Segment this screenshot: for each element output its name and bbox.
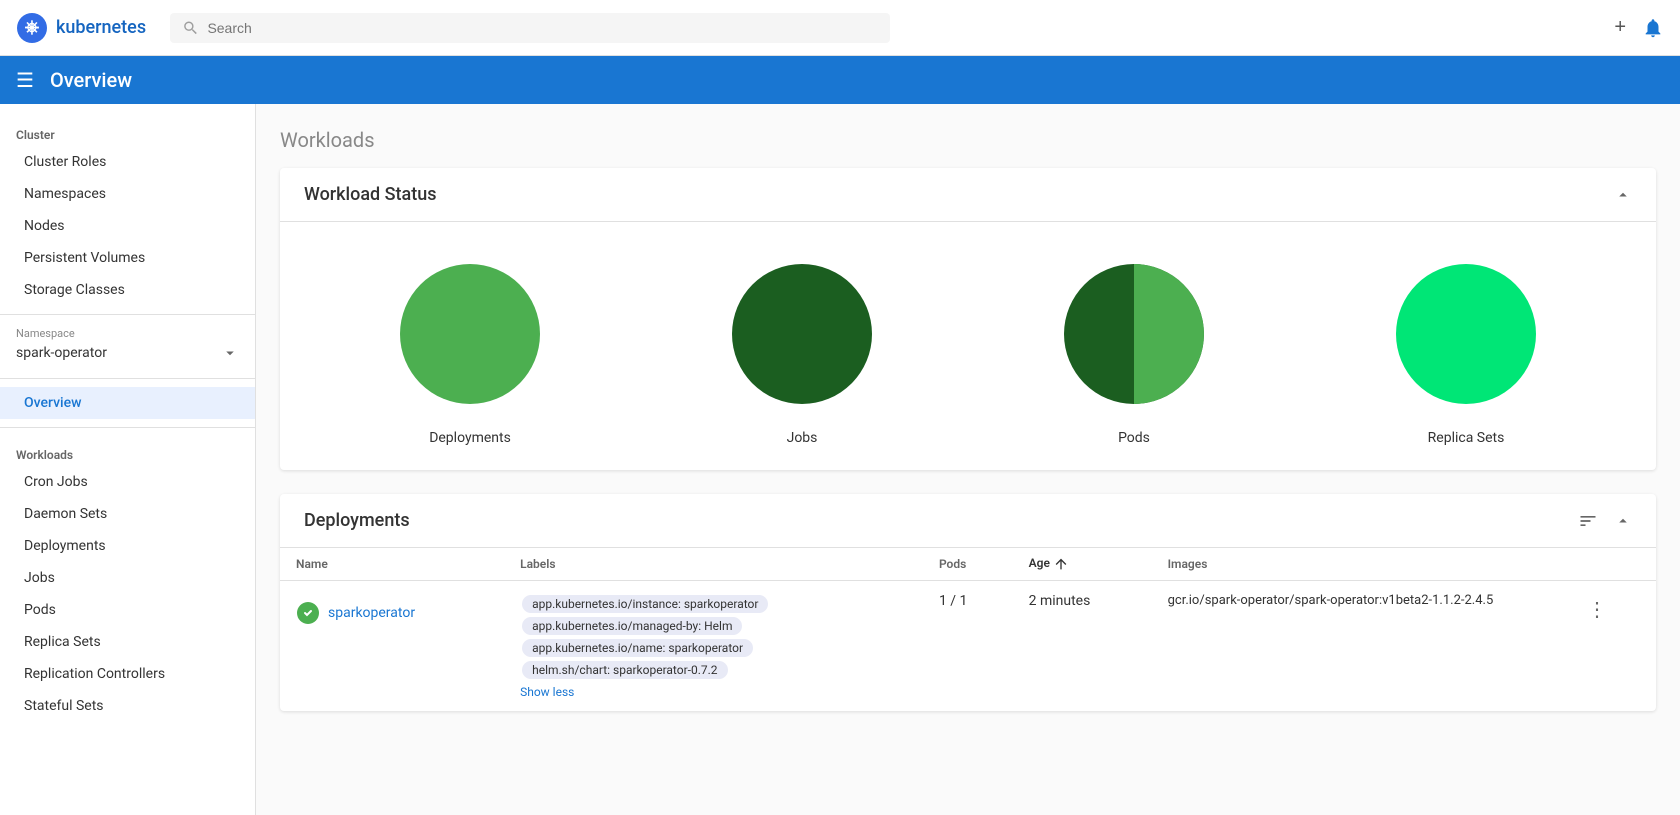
sidebar-item-deployments[interactable]: Deployments xyxy=(0,530,255,562)
chart-label-pods: Pods xyxy=(1118,430,1150,446)
row-more: ⋮ xyxy=(1567,581,1656,712)
section-title: Workloads xyxy=(280,128,1656,152)
deployment-link[interactable]: sparkoperator xyxy=(328,605,415,621)
workloads-section-label: Workloads xyxy=(0,436,255,466)
notifications-button[interactable] xyxy=(1642,17,1664,39)
sidebar-divider-3 xyxy=(0,427,255,428)
row-status-name: sparkoperator xyxy=(280,581,504,637)
search-icon xyxy=(182,19,199,37)
workload-status-collapse[interactable] xyxy=(1614,186,1632,204)
col-pods: Pods xyxy=(923,548,1013,581)
replica-sets-pie xyxy=(1386,254,1546,414)
sidebar-item-daemon-sets[interactable]: Daemon Sets xyxy=(0,498,255,530)
cluster-section-label: Cluster xyxy=(0,116,255,146)
table-body: sparkoperator app.kubernetes.io/instance… xyxy=(280,581,1656,712)
page-header: ☰ Overview xyxy=(0,56,1680,104)
sidebar-divider-2 xyxy=(0,378,255,379)
sort-asc-icon xyxy=(1053,556,1069,572)
row-image: gcr.io/spark-operator/spark-operator:v1b… xyxy=(1152,581,1567,712)
collapse-deployments-icon xyxy=(1614,512,1632,530)
chart-deployments: Deployments xyxy=(390,254,550,446)
topbar-actions: + xyxy=(1614,16,1664,39)
sidebar-item-storage-classes[interactable]: Storage Classes xyxy=(0,274,255,306)
kubernetes-logo-icon: ⎈ xyxy=(16,12,48,44)
row-age: 2 minutes xyxy=(1013,581,1152,712)
sidebar-item-persistent-volumes[interactable]: Persistent Volumes xyxy=(0,242,255,274)
chart-jobs: Jobs xyxy=(722,254,882,446)
charts-row: Deployments Jobs Pods xyxy=(280,222,1656,470)
more-actions-button[interactable]: ⋮ xyxy=(1583,593,1611,626)
sidebar-item-jobs[interactable]: Jobs xyxy=(0,562,255,594)
label-chip-1: app.kubernetes.io/managed-by: Helm xyxy=(522,617,742,635)
search-input[interactable] xyxy=(207,20,878,36)
main-content: Workloads Workload Status Deployments xyxy=(256,104,1680,815)
sidebar-item-cron-jobs[interactable]: Cron Jobs xyxy=(0,466,255,498)
chart-replica-sets: Replica Sets xyxy=(1386,254,1546,446)
sidebar-item-overview[interactable]: Overview xyxy=(0,387,255,419)
namespace-select[interactable]: spark-operator xyxy=(0,340,255,370)
col-name: Name xyxy=(280,548,504,581)
svg-text:⎈: ⎈ xyxy=(25,17,40,38)
deployments-card: Deployments xyxy=(280,494,1656,711)
col-age[interactable]: Age xyxy=(1013,548,1152,581)
main-layout: Cluster Cluster Roles Namespaces Nodes P… xyxy=(0,104,1680,815)
sidebar-divider xyxy=(0,314,255,315)
workload-status-header: Workload Status xyxy=(280,168,1656,222)
namespace-label: Namespace xyxy=(0,323,255,340)
sidebar-item-replication-controllers[interactable]: Replication Controllers xyxy=(0,658,255,690)
workload-status-title: Workload Status xyxy=(304,184,437,205)
label-chip-0: app.kubernetes.io/instance: sparkoperato… xyxy=(522,595,768,613)
sidebar-item-replica-sets[interactable]: Replica Sets xyxy=(0,626,255,658)
table-row: sparkoperator app.kubernetes.io/instance… xyxy=(280,581,1656,712)
row-pods: 1 / 1 xyxy=(923,581,1013,712)
row-labels: app.kubernetes.io/instance: sparkoperato… xyxy=(504,581,923,712)
jobs-pie xyxy=(722,254,882,414)
table-header-row: Name Labels Pods Age Images xyxy=(280,548,1656,581)
bell-icon xyxy=(1642,17,1664,39)
col-labels: Labels xyxy=(504,548,923,581)
chevron-down-icon xyxy=(221,344,239,362)
sidebar-item-pods[interactable]: Pods xyxy=(0,594,255,626)
table-actions xyxy=(1578,511,1632,531)
chart-label-jobs: Jobs xyxy=(787,430,818,446)
pods-pie xyxy=(1054,254,1214,414)
logo: ⎈ kubernetes xyxy=(16,12,146,44)
status-ok-icon xyxy=(296,601,320,625)
chart-pods: Pods xyxy=(1054,254,1214,446)
col-images: Images xyxy=(1152,548,1567,581)
menu-icon[interactable]: ☰ xyxy=(16,68,34,92)
chart-label-replica-sets: Replica Sets xyxy=(1428,430,1505,446)
collapse-deployments-button[interactable] xyxy=(1614,512,1632,530)
table-head: Name Labels Pods Age Images xyxy=(280,548,1656,581)
deployments-table-header: Deployments xyxy=(280,494,1656,548)
logo-text: kubernetes xyxy=(56,17,146,38)
sidebar-item-namespaces[interactable]: Namespaces xyxy=(0,178,255,210)
filter-button[interactable] xyxy=(1578,511,1598,531)
add-button[interactable]: + xyxy=(1614,16,1626,39)
label-chip-3: helm.sh/chart: sparkoperator-0.7.2 xyxy=(522,661,727,679)
collapse-icon xyxy=(1614,186,1632,204)
deployments-table: Name Labels Pods Age Images xyxy=(280,548,1656,711)
sidebar-item-cluster-roles[interactable]: Cluster Roles xyxy=(0,146,255,178)
col-actions xyxy=(1567,548,1656,581)
page-title: Overview xyxy=(50,68,132,92)
deployments-pie xyxy=(390,254,550,414)
deployments-title: Deployments xyxy=(304,510,410,531)
filter-icon xyxy=(1578,511,1598,531)
chart-label-deployments: Deployments xyxy=(429,430,511,446)
search-box[interactable] xyxy=(170,13,890,43)
sidebar: Cluster Cluster Roles Namespaces Nodes P… xyxy=(0,104,256,815)
label-chip-2: app.kubernetes.io/name: sparkoperator xyxy=(522,639,753,657)
workload-status-card: Workload Status Deployments xyxy=(280,168,1656,470)
sidebar-item-stateful-sets[interactable]: Stateful Sets xyxy=(0,690,255,722)
show-less-link[interactable]: Show less xyxy=(520,685,907,699)
sidebar-item-nodes[interactable]: Nodes xyxy=(0,210,255,242)
topbar: ⎈ kubernetes + xyxy=(0,0,1680,56)
